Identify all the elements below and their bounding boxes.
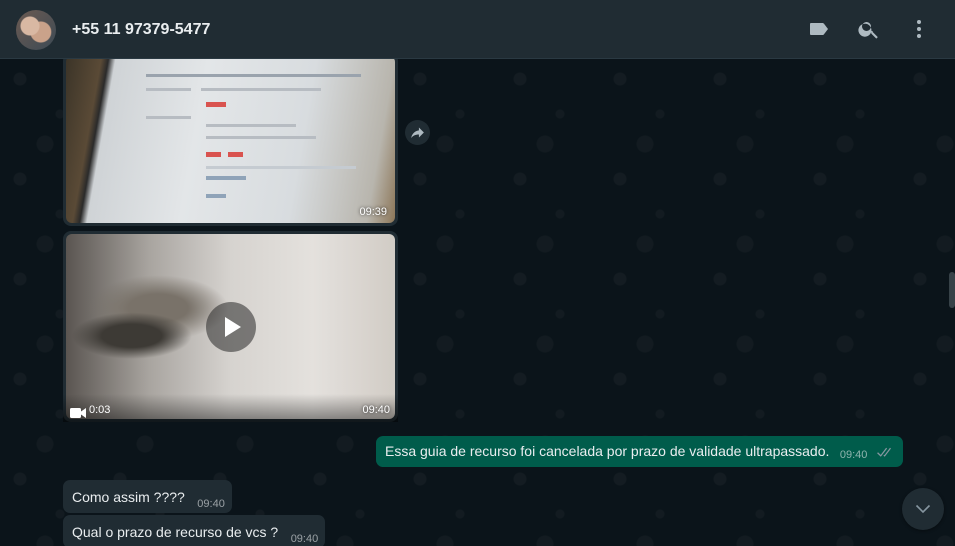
contact-avatar[interactable] [16, 10, 56, 50]
play-button[interactable] [205, 301, 256, 352]
message-text: Qual o prazo de recurso de vcs ? [72, 524, 279, 540]
message-text: Essa guia de recurso foi cancelada por p… [385, 443, 830, 459]
search-icon[interactable] [857, 17, 881, 41]
chat-area: 09:39 0:03 09:40 Essa guia de recurso fo… [0, 59, 955, 546]
outgoing-message[interactable]: Essa guia de recurso foi cancelada por p… [376, 436, 903, 467]
forward-button[interactable] [405, 120, 430, 145]
video-duration: 0:03 [89, 404, 111, 416]
image-message[interactable]: 09:39 [63, 59, 398, 226]
video-overlay: 0:03 09:40 [63, 394, 398, 422]
message-text: Como assim ???? [72, 489, 185, 505]
incoming-message[interactable]: Como assim ???? 09:40 [63, 480, 232, 513]
label-icon[interactable] [807, 17, 831, 41]
scrollbar[interactable] [949, 272, 955, 308]
image-thumbnail[interactable]: 09:39 [66, 59, 395, 223]
message-time: 09:40 [197, 498, 225, 510]
video-camera-icon [70, 405, 86, 418]
message-time: 09:40 [839, 449, 868, 461]
incoming-message[interactable]: Qual o prazo de recurso de vcs ? 09:40 [63, 515, 326, 546]
chat-header: +55 11 97379-5477 [0, 0, 955, 59]
message-time: 09:40 [362, 404, 390, 416]
video-message[interactable]: 0:03 09:40 [63, 231, 398, 422]
message-time: 09:39 [359, 206, 387, 218]
message-time: 09:40 [290, 533, 319, 545]
screen-content [146, 66, 366, 206]
double-check-icon [875, 445, 891, 457]
contact-name[interactable]: +55 11 97379-5477 [72, 21, 210, 39]
scroll-to-bottom-button[interactable] [902, 488, 944, 530]
menu-icon[interactable] [907, 17, 931, 41]
